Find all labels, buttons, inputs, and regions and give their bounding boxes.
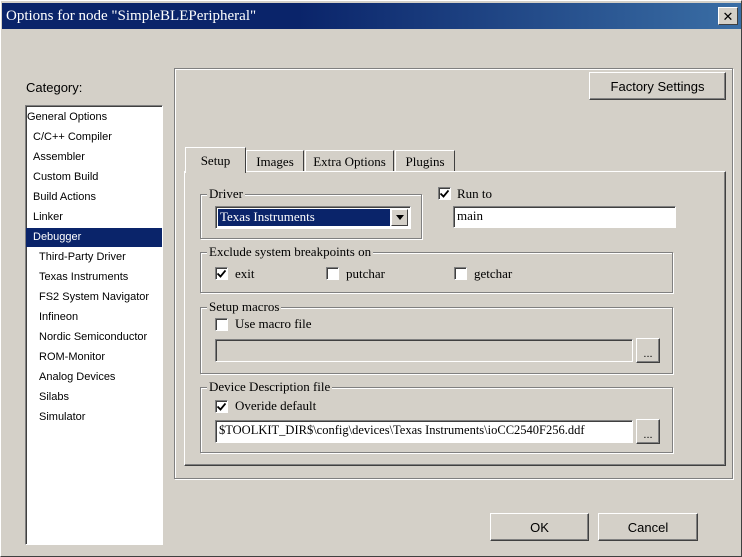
close-icon: ✕: [722, 8, 734, 24]
ok-button[interactable]: OK: [490, 513, 589, 541]
category-item-texas-instruments[interactable]: Texas Instruments: [26, 268, 162, 287]
checkmark-icon: [217, 402, 226, 411]
tab-plugins-label: Plugins: [405, 153, 445, 169]
putchar-checkbox[interactable]: [326, 267, 339, 280]
run-to-input[interactable]: main: [453, 206, 676, 228]
macro-file-input[interactable]: [215, 339, 633, 362]
category-item-debugger[interactable]: Debugger: [26, 228, 162, 247]
tab-extra-options[interactable]: Extra Options: [305, 150, 394, 172]
category-list[interactable]: General Options C/C++ Compiler Assembler Cu…: [25, 105, 163, 545]
driver-group-label: Driver: [207, 186, 245, 202]
exclude-breakpoints-label: Exclude system breakpoints on: [207, 244, 374, 260]
category-item-third-party-driver[interactable]: Third-Party Driver: [26, 248, 162, 267]
active-tab-join: [186, 170, 245, 173]
category-item-silabs[interactable]: Silabs: [26, 388, 162, 407]
use-macro-checkbox[interactable]: [215, 318, 228, 331]
use-macro-label: Use macro file: [235, 316, 312, 331]
category-item-general-options[interactable]: General Options: [26, 108, 162, 127]
ddf-path-input[interactable]: $TOOLKIT_DIR$\config\devices\Texas Instr…: [215, 420, 633, 443]
tab-setup-label: Setup: [200, 152, 231, 168]
title-bar[interactable]: Options for node "SimpleBLEPeripheral" ✕: [2, 3, 741, 29]
getchar-label: getchar: [474, 266, 513, 281]
setup-macros-label: Setup macros: [207, 299, 282, 315]
category-item-c-c-compiler[interactable]: C/C++ Compiler: [26, 128, 162, 147]
factory-settings-button[interactable]: Factory Settings: [589, 72, 726, 100]
run-to-label: Run to: [457, 186, 493, 201]
run-to-checkbox[interactable]: [438, 187, 451, 200]
exit-checkbox[interactable]: [215, 267, 228, 280]
driver-selected-value: Texas Instruments: [218, 209, 390, 226]
ok-label: OK: [530, 519, 549, 535]
category-item-analog-devices[interactable]: Analog Devices: [26, 368, 162, 387]
category-label: Category:: [26, 80, 83, 95]
cancel-label: Cancel: [627, 519, 669, 535]
category-item-nordic-semiconductor[interactable]: Nordic Semiconductor: [26, 328, 162, 347]
checkmark-icon: [217, 269, 226, 278]
ddf-browse-label: ...: [643, 428, 653, 441]
exit-label: exit: [235, 266, 255, 281]
ddf-browse-button[interactable]: ...: [636, 419, 660, 444]
run-to-value: main: [457, 208, 483, 223]
tab-images[interactable]: Images: [246, 150, 304, 172]
driver-dropdown-button[interactable]: [391, 209, 408, 226]
category-item-rom-monitor[interactable]: ROM-Monitor: [26, 348, 162, 367]
tab-extra-options-label: Extra Options: [313, 153, 386, 169]
category-item-fs2-system-navigator[interactable]: FS2 System Navigator: [26, 288, 162, 307]
window-title: Options for node "SimpleBLEPeripheral": [6, 8, 257, 24]
category-item-custom-build[interactable]: Custom Build: [26, 168, 162, 187]
checkmark-icon: [440, 189, 449, 198]
override-default-checkbox[interactable]: [215, 400, 228, 413]
close-button[interactable]: ✕: [718, 7, 738, 25]
putchar-label: putchar: [346, 266, 385, 281]
category-item-infineon[interactable]: Infineon: [26, 308, 162, 327]
device-description-label: Device Description file: [207, 379, 333, 395]
getchar-checkbox[interactable]: [454, 267, 467, 280]
tab-plugins[interactable]: Plugins: [395, 150, 455, 172]
category-item-assembler[interactable]: Assembler: [26, 148, 162, 167]
tab-images-label: Images: [256, 153, 294, 169]
driver-select[interactable]: Texas Instruments: [215, 206, 411, 229]
macro-browse-button[interactable]: ...: [636, 338, 660, 363]
factory-settings-label: Factory Settings: [610, 78, 705, 94]
options-dialog: Options for node "SimpleBLEPeripheral" ✕…: [0, 0, 742, 557]
category-item-simulator[interactable]: Simulator: [26, 408, 162, 427]
category-item-linker[interactable]: Linker: [26, 208, 162, 227]
macro-browse-label: ...: [643, 347, 653, 360]
ddf-path-value: $TOOLKIT_DIR$\config\devices\Texas Instr…: [219, 423, 585, 437]
category-item-build-actions[interactable]: Build Actions: [26, 188, 162, 207]
chevron-down-icon: [395, 215, 404, 220]
override-default-label: Overide default: [235, 398, 317, 413]
cancel-button[interactable]: Cancel: [598, 513, 698, 541]
